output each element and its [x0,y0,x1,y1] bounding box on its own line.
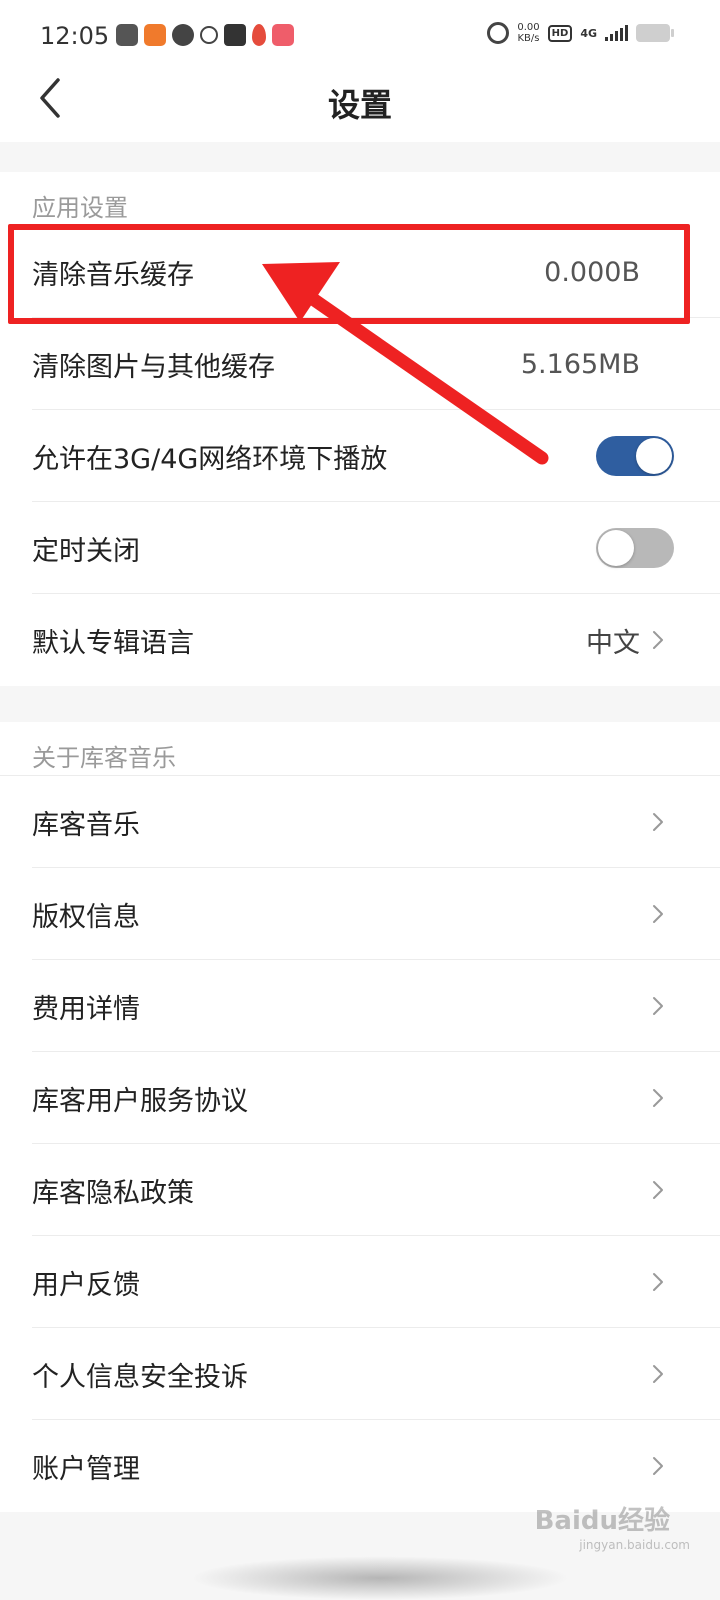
chevron-right-icon [653,813,663,831]
page-title: 设置 [327,86,392,124]
image-cache-size: 5.165MB [520,348,640,380]
mobile-network-playback-toggle[interactable] [596,436,674,476]
app-settings-section: 应用设置 清除音乐缓存 0.000B 清除图片与其他缓存 5.165MB 允许在… [0,172,720,686]
chevron-right-icon [653,1365,663,1383]
chevron-right-icon [653,1273,663,1291]
about-section: 关于库客音乐 库客音乐 版权信息 费用详情 库客用户服务协议 库客隐私政策 用户… [0,722,720,1512]
watermark-subtext: jingyan.baidu.com [579,1538,690,1552]
row-label: 清除图片与其他缓存 [32,351,275,383]
music-cache-size: 0.000B [544,256,640,288]
clear-music-cache-row[interactable]: 清除音乐缓存 0.000B [0,226,720,318]
row-label: 库客用户服务协议 [32,1085,248,1117]
battery-icon [636,24,674,42]
mobile-network-playback-row: 允许在3G/4G网络环境下播放 [0,410,720,502]
notification-icons [116,24,294,46]
toggle-knob [636,438,672,474]
album-language-value: 中文 [586,627,640,659]
chevron-right-icon [653,905,663,923]
about-kuke-music-row[interactable]: 库客音乐 [0,776,720,868]
chevron-right-icon [653,1457,663,1475]
watermark-text: Baidu经验 [534,1506,670,1536]
app-notification-icon [200,26,218,44]
app-notification-icon [224,24,246,46]
sleep-timer-toggle[interactable] [596,528,674,568]
row-label: 账户管理 [32,1453,140,1485]
app-notification-icon [144,24,166,46]
user-service-agreement-row[interactable]: 库客用户服务协议 [0,1052,720,1144]
signal-icon [605,25,628,41]
section-header: 关于库客音乐 [0,722,720,776]
app-notification-icon [272,24,294,46]
user-feedback-row[interactable]: 用户反馈 [0,1236,720,1328]
row-label: 个人信息安全投诉 [32,1361,248,1393]
chevron-right-icon [653,1181,663,1199]
bottom-shadow [190,1556,570,1600]
watermark-logo: Baidu经验 [535,1500,670,1537]
location-pin-icon [252,24,266,46]
row-label: 用户反馈 [32,1269,140,1301]
row-label: 清除音乐缓存 [32,259,194,291]
alarm-icon [487,22,510,44]
app-notification-icon [172,24,194,46]
network-type: 4G [580,26,597,40]
row-label: 定时关闭 [32,535,140,567]
account-management-row[interactable]: 账户管理 [0,1420,720,1512]
chevron-right-icon [653,1089,663,1107]
network-speed: 0.00 KB/s [517,22,539,44]
network-speed-value: 0.00 [517,22,540,33]
status-bar: 12:05 0.00 KB/s HD 4G [0,0,720,66]
toggle-knob [598,530,634,566]
chevron-right-icon [653,631,663,649]
row-label: 库客音乐 [32,809,140,841]
default-album-language-row[interactable]: 默认专辑语言 中文 [0,594,720,686]
copyright-info-row[interactable]: 版权信息 [0,868,720,960]
fee-details-row[interactable]: 费用详情 [0,960,720,1052]
section-header: 应用设置 [32,194,128,222]
hd-icon: HD [547,24,573,42]
row-label: 允许在3G/4G网络环境下播放 [32,443,388,475]
personal-info-complaint-row[interactable]: 个人信息安全投诉 [0,1328,720,1420]
app-notification-icon [116,24,138,46]
row-label: 费用详情 [32,993,140,1025]
navigation-bar: 设置 [0,66,720,142]
row-label: 默认专辑语言 [32,627,194,659]
clear-image-cache-row[interactable]: 清除图片与其他缓存 5.165MB [0,318,720,410]
status-indicators: 0.00 KB/s HD 4G [487,22,674,44]
sleep-timer-row: 定时关闭 [0,502,720,594]
privacy-policy-row[interactable]: 库客隐私政策 [0,1144,720,1236]
status-time: 12:05 [40,22,110,50]
chevron-right-icon [653,997,663,1015]
settings-screen: 12:05 0.00 KB/s HD 4G 设置 应用设置 清除音乐缓存 0.0… [0,0,720,1600]
row-label: 库客隐私政策 [32,1177,194,1209]
row-label: 版权信息 [32,901,140,933]
network-speed-unit: KB/s [517,33,540,44]
